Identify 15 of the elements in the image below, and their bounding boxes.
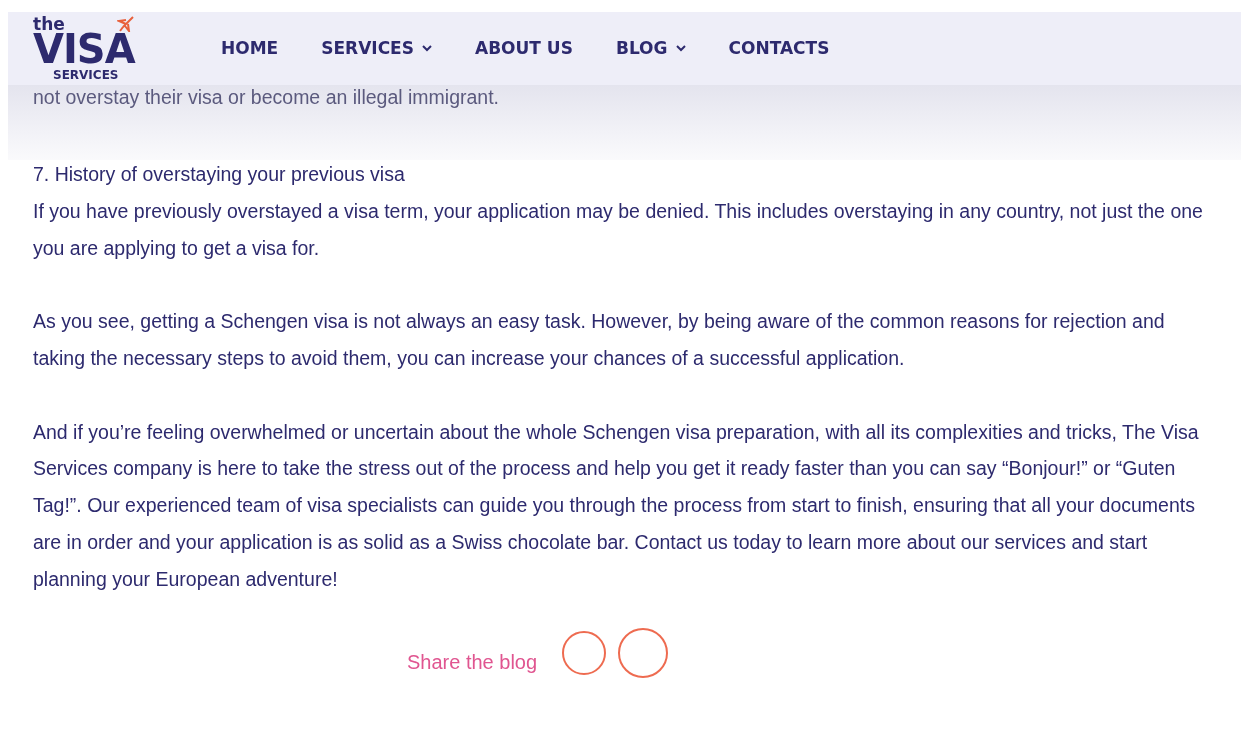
section-heading: 7. History of overstaying your previous visa xyxy=(33,162,406,187)
nav-link[interactable]: ABOUT US xyxy=(475,35,573,62)
nav-link[interactable]: BLOG xyxy=(615,35,686,62)
share-label: Share the blog xyxy=(407,650,538,676)
share-button[interactable] xyxy=(618,628,669,679)
nav-link[interactable]: SERVICES xyxy=(321,35,432,62)
paragraph-text: As you see, getting a Schengen visa is not always an easy task. However, by being aware of the common reasons for rejection and taking the necessary steps to avoid them, you can increase your chances of a successful application. xyxy=(33,309,1166,371)
logo-text: SERVICES xyxy=(52,69,120,81)
share-button[interactable] xyxy=(562,631,607,676)
paragraph-text: If you have previously overstayed a visa term, your application may be denied. This includes overstaying in any country, not just the one you are applying to get a visa for. xyxy=(33,198,1204,261)
airplane-icon xyxy=(117,16,135,32)
paragraph-text: not overstay their visa or become an illegal immigrant. xyxy=(33,85,501,109)
paragraph-text: And if you’re feeling overwhelmed or uncertain about the whole Schengen visa preparation, with all its complexities and tricks, The Visa Services company is here to take the stress out of the process and help you get it ready faster than you can say “Bonjour!” or “Guten Tag!”. Our experienced team of visa specialists can guide you through the process from start to finish, ensuring that all your documents are in order and your application is as solid as a Swiss chocolate bar. Contact us today to learn more about our services and start planning your European adventure! xyxy=(33,419,1200,592)
nav-link[interactable]: CONTACTS xyxy=(728,35,830,62)
nav-link[interactable]: HOME xyxy=(221,35,279,62)
